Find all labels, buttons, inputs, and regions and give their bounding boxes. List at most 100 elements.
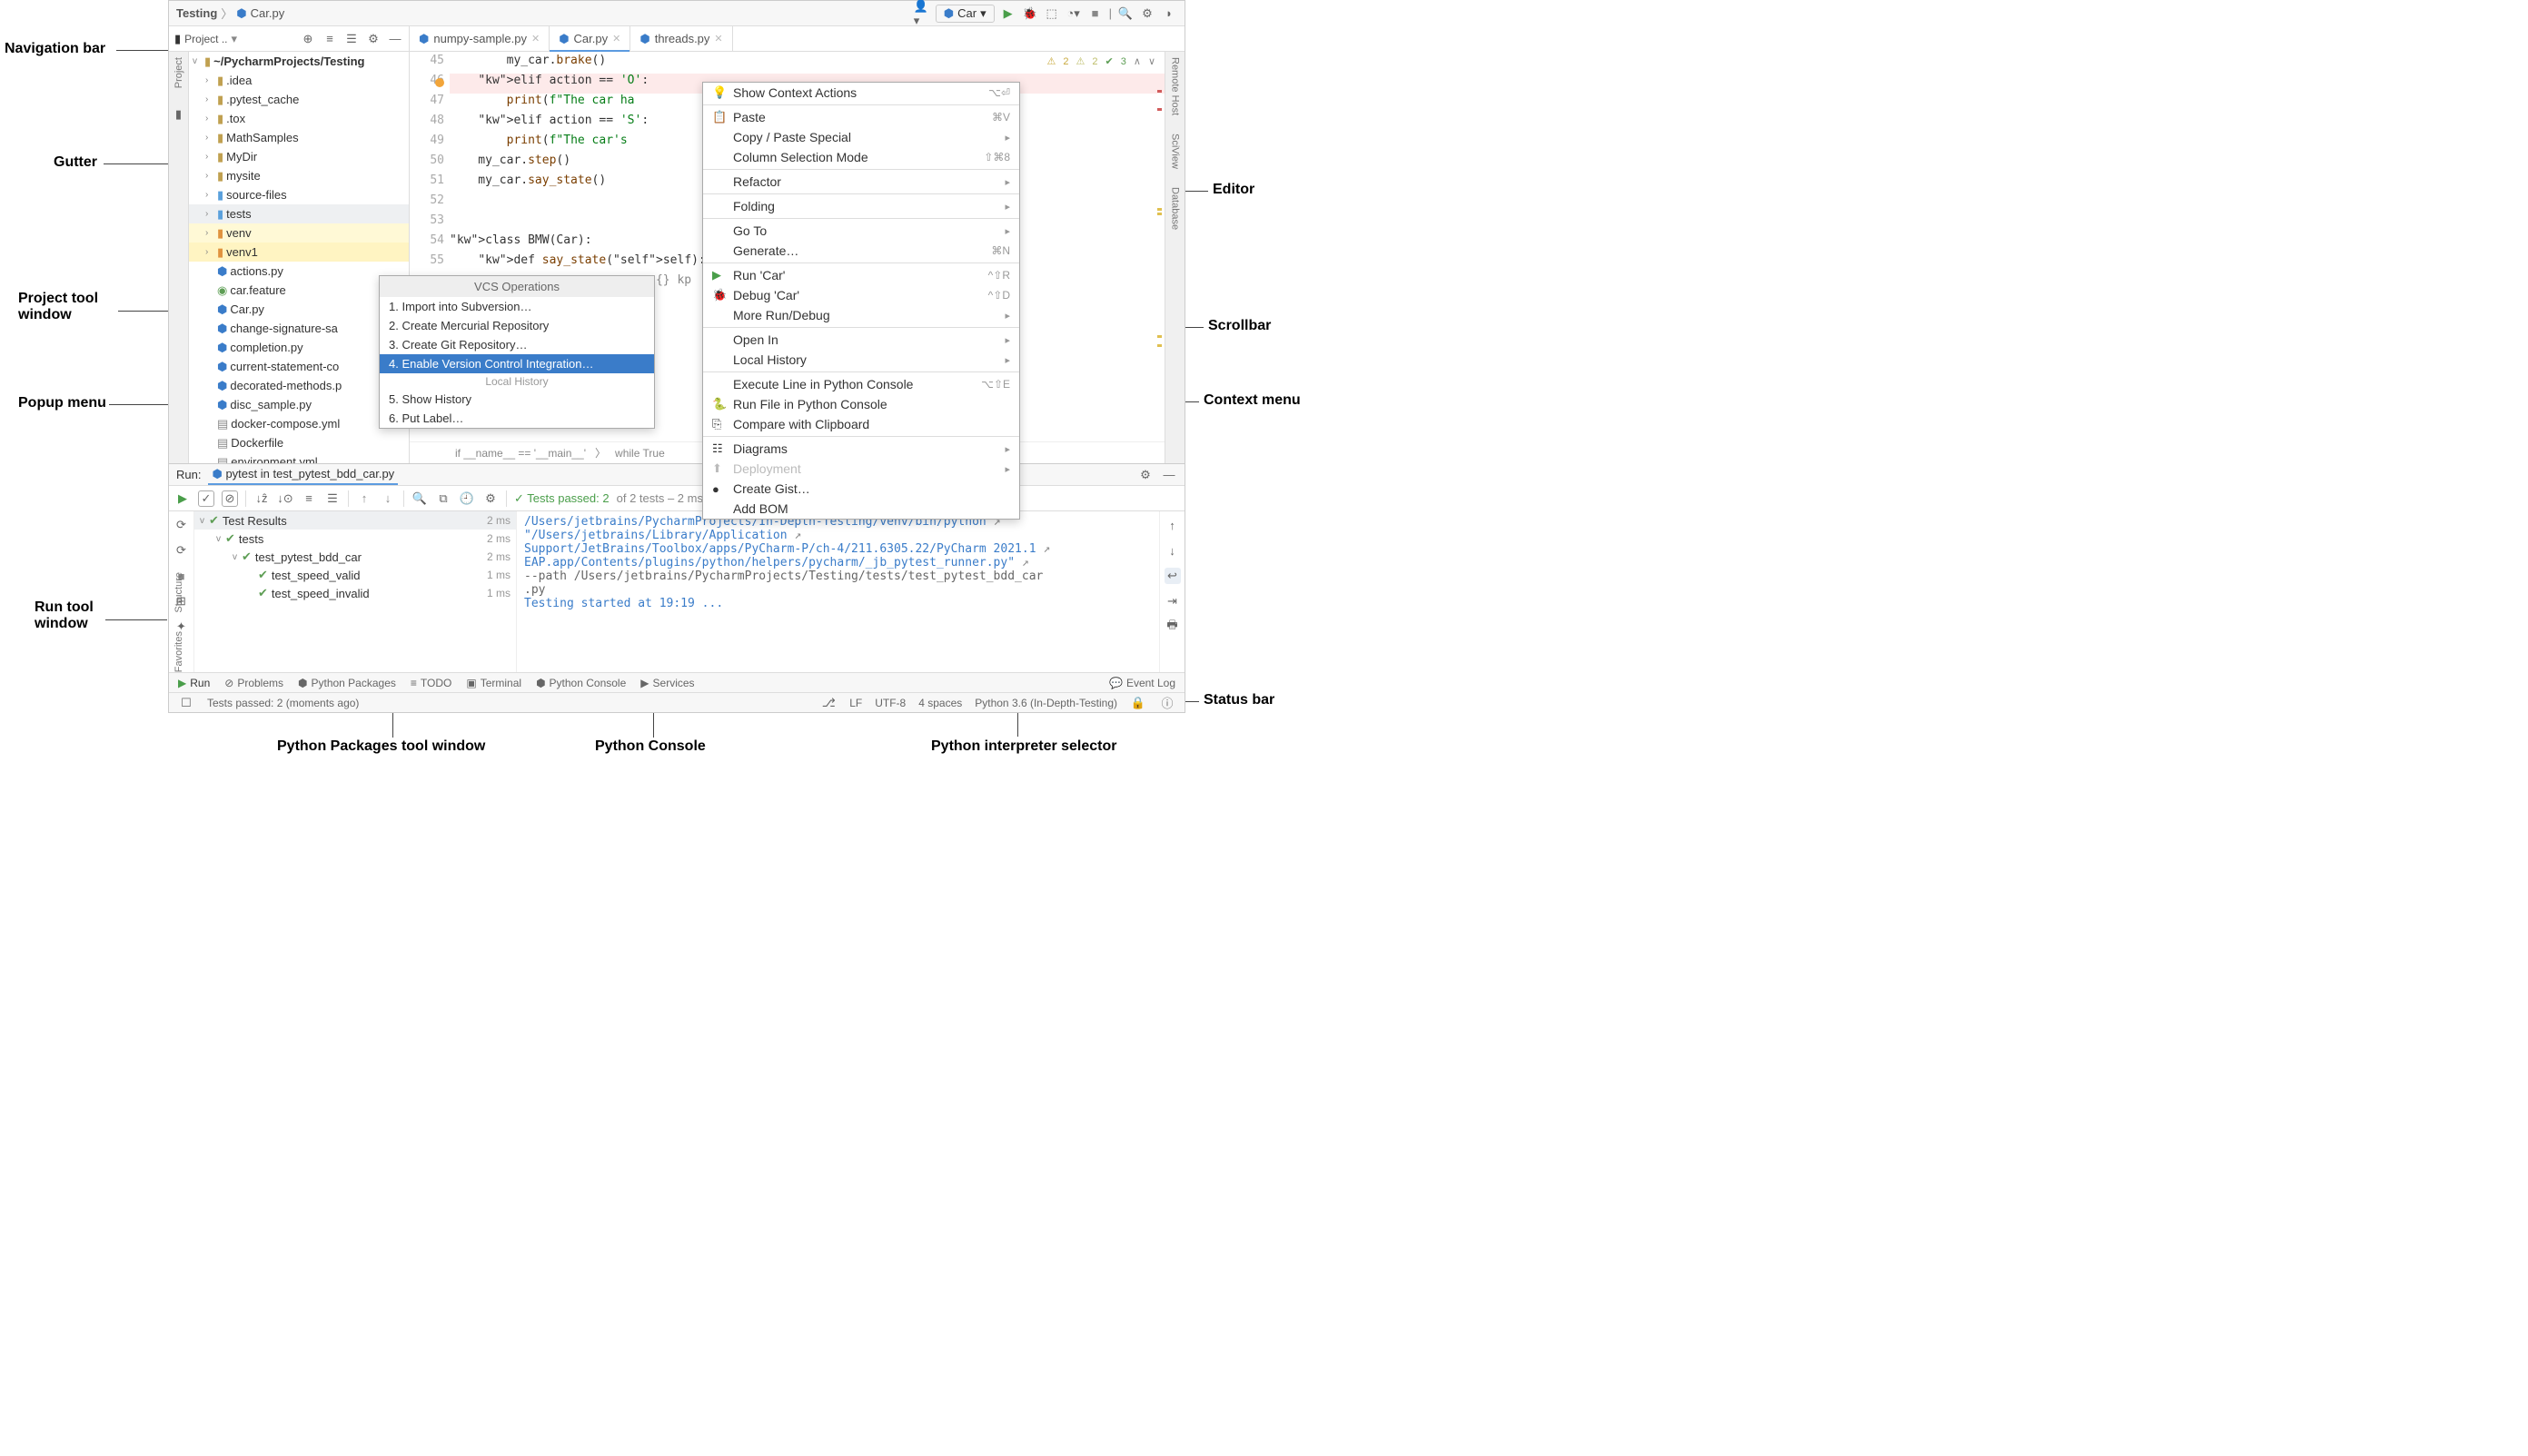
- test-row[interactable]: v✔test_pytest_bdd_car2 ms: [194, 548, 516, 566]
- warning-marker[interactable]: [1157, 213, 1162, 215]
- line-number[interactable]: 52: [410, 193, 450, 213]
- rerun-failed-button[interactable]: ⟳: [173, 517, 190, 533]
- link-icon[interactable]: ↗: [1043, 542, 1050, 556]
- print-button[interactable]: 🖶: [1165, 619, 1181, 635]
- tree-item[interactable]: ⬢change-signature-sa: [189, 319, 409, 338]
- project-tree[interactable]: v▮~/PycharmProjects/Testing›▮.idea›▮.pyt…: [189, 52, 410, 463]
- context-menu-item[interactable]: Copy / Paste Special▸: [703, 127, 1019, 147]
- memory-icon[interactable]: ⓘ: [1159, 695, 1175, 711]
- error-stripe[interactable]: [1155, 72, 1165, 427]
- todo-tool-button[interactable]: ≡TODO: [411, 677, 451, 689]
- sort-button[interactable]: ↓ẑ: [253, 490, 270, 507]
- line-number[interactable]: 47: [410, 94, 450, 114]
- coverage-button[interactable]: ⬚: [1044, 5, 1060, 22]
- popup-item[interactable]: 1. Import into Subversion…: [380, 297, 654, 316]
- context-menu-item[interactable]: Column Selection Mode⇧⌘8: [703, 147, 1019, 167]
- error-marker[interactable]: [1157, 108, 1162, 111]
- context-menu-item[interactable]: ⎘Compare with Clipboard: [703, 414, 1019, 434]
- line-number[interactable]: 51: [410, 173, 450, 193]
- breakpoint-icon[interactable]: [435, 78, 444, 87]
- context-menu-item[interactable]: Local History▸: [703, 350, 1019, 370]
- close-icon[interactable]: ✕: [714, 33, 722, 45]
- tree-item[interactable]: ›▮venv: [189, 223, 409, 243]
- run-button[interactable]: ▶: [1000, 5, 1016, 22]
- down-button[interactable]: ↓: [1165, 542, 1181, 559]
- tree-item[interactable]: ⬢actions.py: [189, 262, 409, 281]
- context-menu-item[interactable]: Refactor▸: [703, 172, 1019, 192]
- tree-item[interactable]: ◉car.feature: [189, 281, 409, 300]
- context-menu-item[interactable]: Generate…⌘N: [703, 241, 1019, 261]
- settings-button[interactable]: ⚙: [1139, 5, 1155, 22]
- popup-item[interactable]: 5. Show History: [380, 390, 654, 409]
- event-log-button[interactable]: 💬Event Log: [1109, 677, 1175, 689]
- tree-item[interactable]: ▤environment.yml: [189, 452, 409, 463]
- tree-item[interactable]: ▤docker-compose.yml: [189, 414, 409, 433]
- prev-button[interactable]: ↑: [356, 490, 372, 507]
- breadcrumb-project[interactable]: Testing: [176, 6, 217, 20]
- lock-icon[interactable]: 🔒: [1130, 695, 1146, 711]
- database-tab[interactable]: Database: [1170, 187, 1181, 230]
- toggle-passed-button[interactable]: ✓: [198, 490, 214, 507]
- editor-tab[interactable]: ⬢threads.py✕: [630, 26, 732, 51]
- context-menu-item[interactable]: Folding▸: [703, 196, 1019, 216]
- error-marker[interactable]: [1157, 90, 1162, 93]
- context-menu-item[interactable]: 📋Paste⌘V: [703, 107, 1019, 127]
- context-menu-item[interactable]: 🐍Run File in Python Console: [703, 394, 1019, 414]
- git-icon[interactable]: ⎇: [820, 695, 837, 711]
- tree-item[interactable]: ›▮mysite: [189, 166, 409, 185]
- line-number[interactable]: 48: [410, 114, 450, 134]
- user-icon[interactable]: 👤▾: [914, 5, 930, 22]
- warning-marker[interactable]: [1157, 208, 1162, 211]
- collapse-all-icon[interactable]: ☰: [343, 31, 360, 47]
- popup-item[interactable]: 4. Enable Version Control Integration…: [380, 354, 654, 373]
- chevron-down-icon[interactable]: ∨: [1148, 55, 1155, 67]
- breadcrumb[interactable]: Testing 〉 ⬢ Car.py: [176, 5, 284, 22]
- run-session-tab[interactable]: ⬢ pytest in test_pytest_bdd_car.py: [208, 465, 398, 485]
- link-icon[interactable]: ↗: [794, 529, 801, 542]
- close-icon[interactable]: ✕: [612, 33, 620, 45]
- editor-tab[interactable]: ⬢numpy-sample.py✕: [410, 26, 550, 51]
- problems-tool-button[interactable]: ⊘Problems: [224, 677, 283, 689]
- project-root[interactable]: v▮~/PycharmProjects/Testing: [189, 52, 409, 71]
- tree-item[interactable]: ⬢current-statement-co: [189, 357, 409, 376]
- context-menu-item[interactable]: ▶Run 'Car'^⇧R: [703, 265, 1019, 285]
- softwrap-button[interactable]: ↩: [1165, 568, 1181, 584]
- inspection-widget[interactable]: ⚠2 ⚠2 ✔3 ∧ ∨: [1047, 55, 1155, 67]
- hide-icon[interactable]: —: [387, 31, 403, 47]
- rerun-button[interactable]: ▶: [174, 490, 191, 507]
- gear-icon[interactable]: ⚙: [1137, 467, 1154, 483]
- structure-tab[interactable]: Structure: [173, 572, 184, 613]
- status-lf[interactable]: LF: [849, 697, 862, 709]
- import-button[interactable]: ⧉: [435, 490, 451, 507]
- tree-item[interactable]: ⬢completion.py: [189, 338, 409, 357]
- profile-button[interactable]: ◔▾: [1066, 5, 1082, 22]
- breadcrumb-file[interactable]: Car.py: [251, 6, 285, 20]
- run-config-selector[interactable]: ⬢ Car ▾: [936, 5, 995, 23]
- status-indent[interactable]: 4 spaces: [918, 697, 962, 709]
- editor-tab[interactable]: ⬢Car.py✕: [550, 26, 630, 51]
- toggle-auto-button[interactable]: ⟳: [173, 542, 190, 559]
- warning-marker[interactable]: [1157, 335, 1162, 338]
- context-menu-item[interactable]: ☷Diagrams▸: [703, 439, 1019, 459]
- tree-item[interactable]: ›▮.pytest_cache: [189, 90, 409, 109]
- tree-item[interactable]: ›▮MathSamples: [189, 128, 409, 147]
- popup-item[interactable]: 2. Create Mercurial Repository: [380, 316, 654, 335]
- tree-item[interactable]: ▤Dockerfile: [189, 433, 409, 452]
- crumb[interactable]: while True: [615, 447, 665, 460]
- terminal-tool-button[interactable]: ▣Terminal: [466, 677, 521, 689]
- select-opened-icon[interactable]: ⊕: [300, 31, 316, 47]
- chevron-up-icon[interactable]: ∧: [1134, 55, 1141, 67]
- test-gear-icon[interactable]: ⚙: [482, 490, 499, 507]
- debug-button[interactable]: 🐞: [1022, 5, 1038, 22]
- search-button[interactable]: 🔍: [1117, 5, 1134, 22]
- sort-time-button[interactable]: ↓⊙: [277, 490, 293, 507]
- remote-host-tab[interactable]: Remote Host: [1170, 57, 1181, 115]
- python-interpreter-selector[interactable]: Python 3.6 (In-Depth-Testing): [975, 697, 1117, 709]
- line-number[interactable]: 54: [410, 233, 450, 253]
- gear-icon[interactable]: ⚙: [365, 31, 382, 47]
- context-menu-item[interactable]: ●Create Gist…: [703, 479, 1019, 499]
- line-number[interactable]: 49: [410, 134, 450, 154]
- tree-item[interactable]: ›▮MyDir: [189, 147, 409, 166]
- tool-windows-icon[interactable]: ☐: [178, 695, 194, 711]
- context-menu-item[interactable]: Open In▸: [703, 330, 1019, 350]
